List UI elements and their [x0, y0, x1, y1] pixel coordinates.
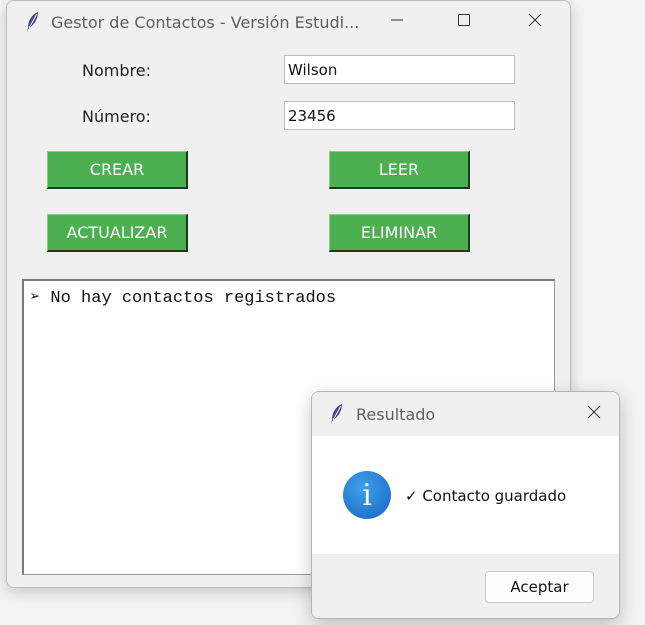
close-icon — [586, 404, 602, 425]
aceptar-button[interactable]: Aceptar — [485, 571, 594, 603]
eliminar-button[interactable]: ELIMINAR — [329, 214, 470, 252]
numero-label: Número: — [82, 107, 151, 126]
feather-icon — [25, 11, 41, 33]
nombre-label: Nombre: — [82, 61, 151, 80]
minimize-icon — [389, 12, 405, 33]
dialog-message: ✓ Contacto guardado — [405, 487, 567, 505]
title-bar[interactable]: Gestor de Contactos - Versión Estudi... — [7, 1, 570, 43]
dialog-title-bar[interactable]: Resultado — [312, 392, 619, 436]
actualizar-button[interactable]: ACTUALIZAR — [47, 214, 188, 252]
maximize-button[interactable] — [444, 7, 484, 37]
window-title: Gestor de Contactos - Versión Estudi... — [51, 13, 360, 32]
crear-button[interactable]: CREAR — [47, 151, 188, 189]
nombre-input[interactable] — [284, 55, 515, 84]
result-dialog: Resultado i ✓ Contacto guardado Aceptar — [311, 391, 620, 619]
dialog-close-button[interactable] — [574, 400, 614, 428]
info-icon: i — [343, 471, 391, 519]
maximize-icon — [456, 12, 472, 33]
leer-button[interactable]: LEER — [329, 151, 470, 189]
desktop: Gestor de Contactos - Versión Estudi... … — [0, 0, 645, 625]
dialog-body: i ✓ Contacto guardado — [312, 436, 619, 554]
dialog-footer: Aceptar — [312, 554, 619, 618]
numero-input[interactable] — [284, 101, 515, 130]
output-line: ➢ No hay contactos registrados — [30, 289, 337, 308]
close-icon — [527, 12, 543, 33]
minimize-button[interactable] — [377, 7, 417, 37]
close-button[interactable] — [515, 7, 555, 37]
dialog-title: Resultado — [356, 405, 436, 424]
feather-icon — [329, 403, 345, 425]
